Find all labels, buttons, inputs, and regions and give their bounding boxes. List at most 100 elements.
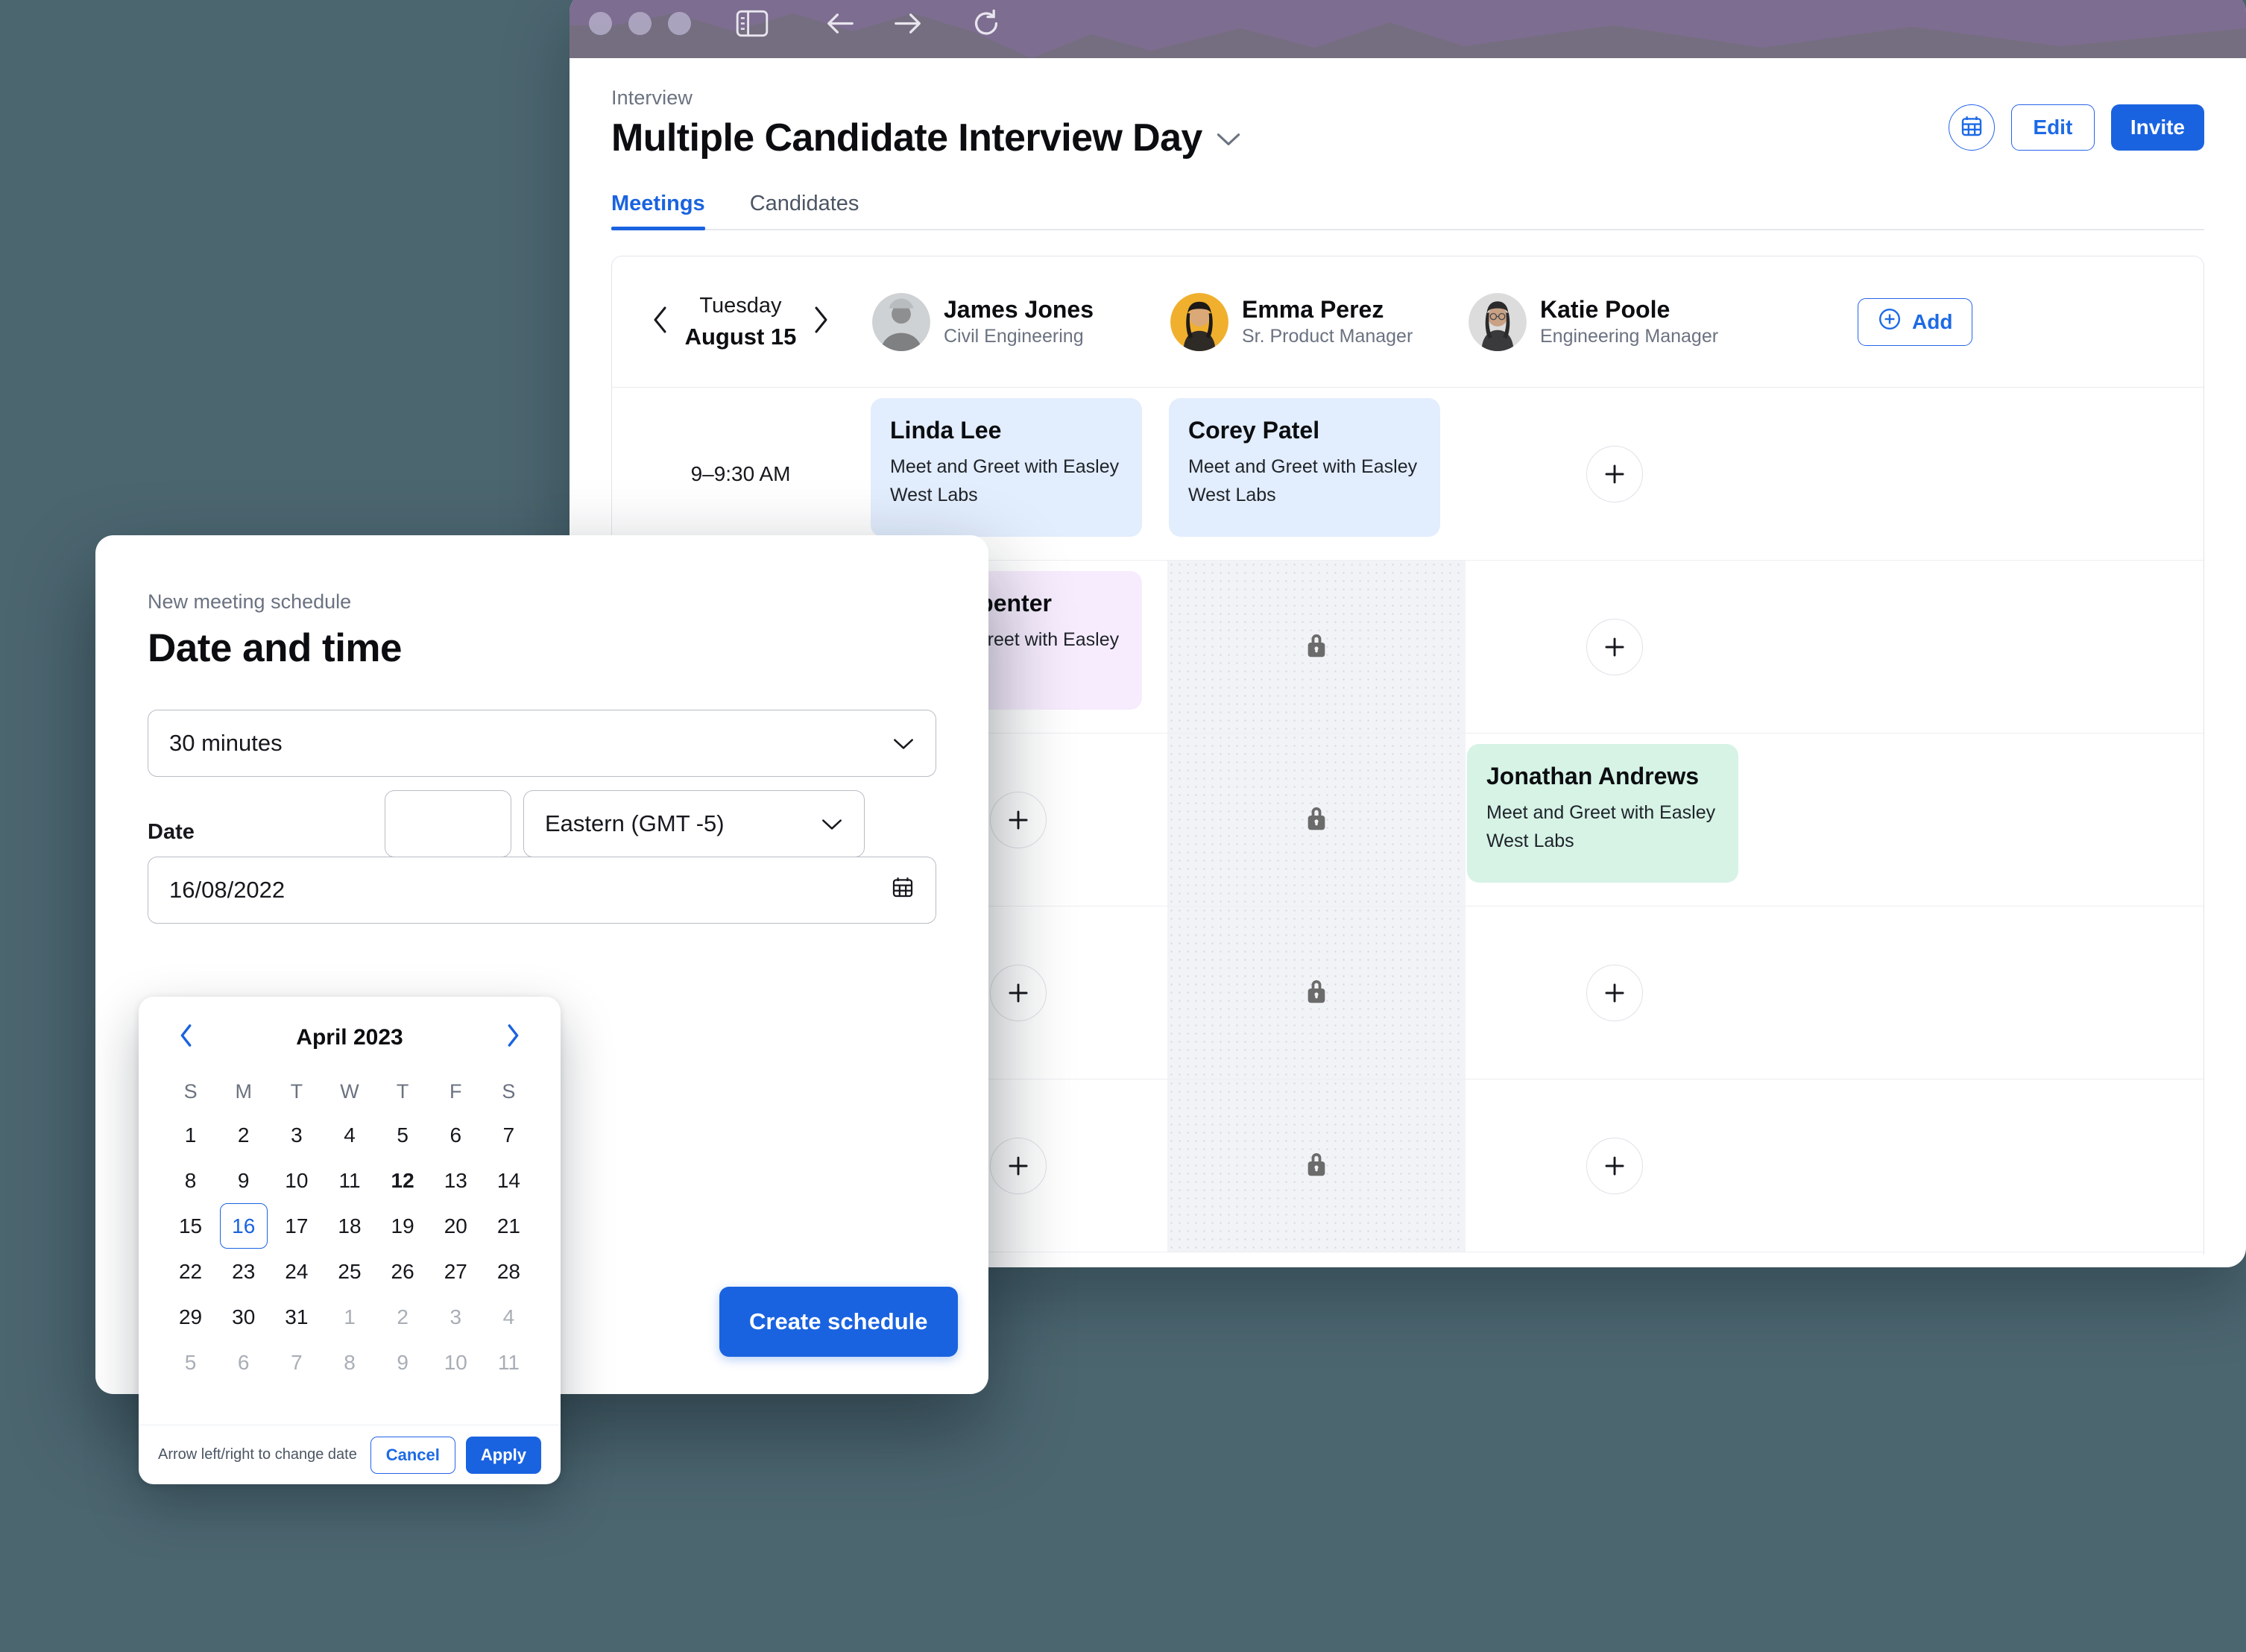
date-picker-day[interactable]: 15: [164, 1203, 217, 1249]
date-picker-day[interactable]: 21: [482, 1203, 535, 1249]
chevron-left-icon[interactable]: [652, 306, 669, 338]
minimize-window-dot[interactable]: [628, 12, 652, 35]
dow: F: [449, 1079, 462, 1103]
date-picker-day[interactable]: 1: [164, 1112, 217, 1158]
slot-cell[interactable]: [1466, 907, 1764, 1079]
meeting-card[interactable]: Jonathan Andrews Meet and Greet with Eas…: [1467, 744, 1738, 883]
date-picker-day[interactable]: 14: [482, 1158, 535, 1203]
date-picker-day[interactable]: 30: [217, 1294, 270, 1340]
date-picker-day[interactable]: 2: [217, 1112, 270, 1158]
add-attendee-button[interactable]: Add: [1858, 297, 1973, 346]
traffic-lights[interactable]: [589, 12, 691, 35]
date-picker-day[interactable]: 10: [429, 1340, 482, 1385]
chevron-right-icon[interactable]: [813, 306, 829, 338]
add-meeting-button[interactable]: [990, 791, 1047, 848]
date-picker-day[interactable]: 17: [270, 1203, 323, 1249]
slot-cell[interactable]: [1466, 561, 1764, 733]
add-meeting-button[interactable]: [1586, 1137, 1643, 1194]
browser-chrome: [570, 0, 2246, 58]
date-picker-day[interactable]: 28: [482, 1249, 535, 1294]
attendee-katie-poole[interactable]: Katie Poole Engineering Manager: [1466, 292, 1764, 351]
slot-cell[interactable]: Corey Patel Meet and Greet with Easley W…: [1167, 388, 1466, 560]
slot-cell[interactable]: Jonathan Andrews Meet and Greet with Eas…: [1466, 734, 1764, 906]
edit-button[interactable]: Edit: [2010, 104, 2095, 151]
date-picker-day[interactable]: 11: [482, 1340, 535, 1385]
chevron-left-icon[interactable]: [174, 1019, 198, 1056]
date-picker-month[interactable]: April 2023: [296, 1025, 403, 1050]
attendee-name: James Jones: [944, 296, 1094, 324]
date-input[interactable]: 16/08/2022: [148, 857, 936, 924]
chevron-down-icon[interactable]: [1216, 132, 1241, 151]
apply-button[interactable]: Apply: [465, 1436, 541, 1474]
date-picker-weeks: 1 2 3 4 5 6 7 8 9 10 11 12 13 14 15 16 17 18 19 20 21 22 23 24 2…: [164, 1112, 535, 1385]
timezone-select[interactable]: Eastern (GMT -5): [523, 790, 865, 857]
date-picker-day[interactable]: 26: [376, 1249, 429, 1294]
cancel-button[interactable]: Cancel: [370, 1436, 455, 1474]
date-picker-day[interactable]: 7: [482, 1112, 535, 1158]
slot-cell[interactable]: [1466, 1079, 1764, 1252]
close-window-dot[interactable]: [589, 12, 612, 35]
date-picker-day[interactable]: 3: [270, 1112, 323, 1158]
date-picker-day[interactable]: 4: [482, 1294, 535, 1340]
date-picker-day[interactable]: 3: [429, 1294, 482, 1340]
date-picker-day[interactable]: 13: [429, 1158, 482, 1203]
attendee-emma-perez[interactable]: Emma Perez Sr. Product Manager: [1167, 292, 1466, 351]
date-picker-day[interactable]: 19: [376, 1203, 429, 1249]
meeting-card[interactable]: Linda Lee Meet and Greet with Easley Wes…: [871, 398, 1142, 537]
date-picker-day[interactable]: 31: [270, 1294, 323, 1340]
chevron-right-icon[interactable]: [501, 1019, 525, 1056]
attendee-name: Katie Poole: [1540, 296, 1671, 324]
date-picker-day[interactable]: 11: [323, 1158, 376, 1203]
date-picker-day[interactable]: 7: [270, 1340, 323, 1385]
date-picker-day[interactable]: 23: [217, 1249, 270, 1294]
date-picker-day[interactable]: 12: [376, 1158, 429, 1203]
add-meeting-button[interactable]: [1586, 618, 1643, 675]
back-arrow-icon[interactable]: [824, 10, 857, 41]
add-meeting-button[interactable]: [990, 964, 1047, 1021]
date-picker-day[interactable]: 9: [217, 1158, 270, 1203]
date-picker-day[interactable]: 24: [270, 1249, 323, 1294]
calendar-icon-button[interactable]: [1948, 104, 1995, 151]
date-picker-week: 1234567: [164, 1112, 535, 1158]
forward-arrow-icon[interactable]: [892, 10, 924, 41]
tab-meetings[interactable]: Meetings: [611, 192, 705, 230]
date-picker-day[interactable]: 18: [323, 1203, 376, 1249]
duration-select[interactable]: 30 minutes: [148, 710, 936, 777]
slot-cell[interactable]: Linda Lee Meet and Greet with Easley Wes…: [869, 388, 1167, 560]
invite-button[interactable]: Invite: [2110, 104, 2204, 151]
date-picker-day[interactable]: 29: [164, 1294, 217, 1340]
tab-candidates[interactable]: Candidates: [750, 192, 859, 229]
date-picker-day[interactable]: 27: [429, 1249, 482, 1294]
sidebar-toggle-icon[interactable]: [736, 10, 769, 41]
date-picker-day[interactable]: 25: [323, 1249, 376, 1294]
date-picker-day-selected[interactable]: 16: [219, 1203, 268, 1249]
create-schedule-button[interactable]: Create schedule: [719, 1287, 958, 1357]
date-picker-day[interactable]: 1: [323, 1294, 376, 1340]
date-picker-day[interactable]: 9: [376, 1340, 429, 1385]
date-picker-day[interactable]: 10: [270, 1158, 323, 1203]
day-of-week-header: S M T W T F S: [164, 1071, 535, 1112]
date-picker-day[interactable]: 20: [429, 1203, 482, 1249]
meeting-card[interactable]: Corey Patel Meet and Greet with Easley W…: [1169, 398, 1440, 537]
date-picker-day[interactable]: 22: [164, 1249, 217, 1294]
add-meeting-button[interactable]: [1586, 964, 1643, 1021]
date-picker-day[interactable]: 8: [323, 1340, 376, 1385]
calendar-icon[interactable]: [891, 875, 915, 905]
add-meeting-button[interactable]: [990, 1137, 1047, 1194]
attendee-name: Emma Perez: [1242, 296, 1384, 324]
date-picker-day[interactable]: 2: [376, 1294, 429, 1340]
date-picker-day[interactable]: 8: [164, 1158, 217, 1203]
date-picker-day[interactable]: 5: [376, 1112, 429, 1158]
add-meeting-button[interactable]: [1586, 445, 1643, 502]
date-picker-day[interactable]: 5: [164, 1340, 217, 1385]
attendee-james-jones[interactable]: James Jones Civil Engineering: [869, 292, 1167, 351]
time-select[interactable]: [385, 790, 511, 857]
date-picker-day[interactable]: 6: [217, 1340, 270, 1385]
maximize-window-dot[interactable]: [668, 12, 691, 35]
slot-cell[interactable]: [1466, 388, 1764, 560]
date-picker-week: 15 16 17 18 19 20 21: [164, 1203, 535, 1249]
reload-icon[interactable]: [971, 9, 1002, 42]
date-picker-day[interactable]: 4: [323, 1112, 376, 1158]
day-weekday: Tuesday: [699, 293, 782, 318]
date-picker-day[interactable]: 6: [429, 1112, 482, 1158]
